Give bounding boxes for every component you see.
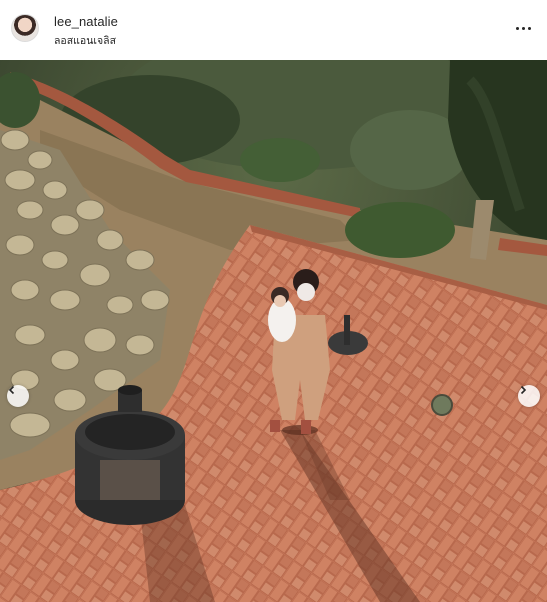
carousel-prev-button[interactable] xyxy=(7,385,29,407)
chevron-right-icon xyxy=(520,385,527,395)
avatar[interactable] xyxy=(11,14,39,42)
chevron-left-icon xyxy=(8,385,15,395)
photo-scene xyxy=(0,60,547,602)
more-horizontal-icon xyxy=(515,26,519,30)
more-options-button[interactable] xyxy=(511,18,535,38)
location-label[interactable]: ลอสแอนเจลิส xyxy=(54,32,116,49)
post-photo[interactable] xyxy=(0,60,547,602)
post-header: lee_natalie ลอสแอนเจลิส xyxy=(0,0,547,60)
username[interactable]: lee_natalie xyxy=(54,14,118,29)
carousel-next-button[interactable] xyxy=(518,385,540,407)
